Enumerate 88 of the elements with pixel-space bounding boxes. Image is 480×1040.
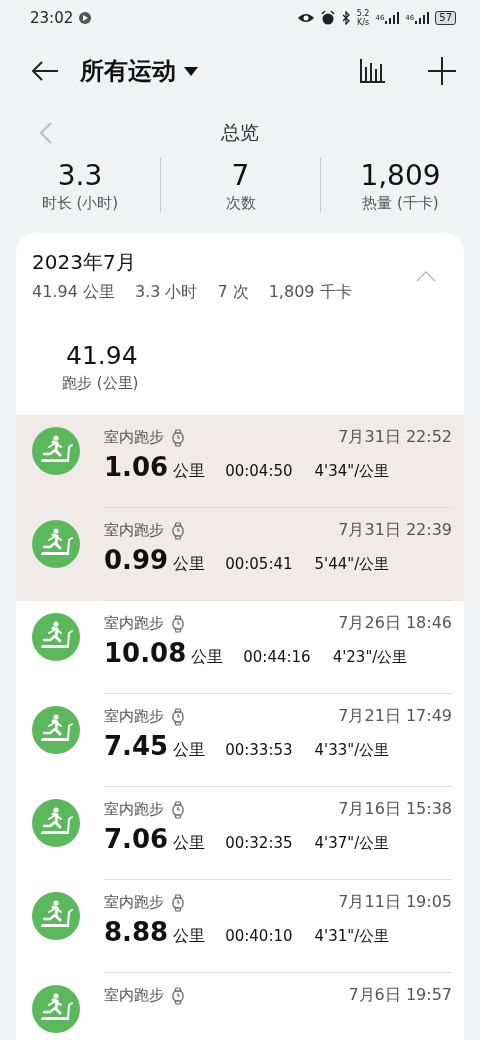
record-type: 室内跑步 — [104, 428, 164, 447]
record-duration: 00:04:50 — [225, 462, 293, 480]
record-date: 7月11日 19:05 — [338, 892, 452, 913]
record-row[interactable]: 室内跑步 7月11日 19:05 8.88 公里 00:40:10 4'31"/公里 — [16, 880, 464, 973]
record-pace: 4'33"/公里 — [314, 741, 390, 760]
signal-icon — [415, 12, 430, 24]
record-duration: 00:33:53 — [225, 741, 293, 759]
stat-value: 1,809 — [360, 158, 441, 194]
treadmill-icon — [32, 613, 80, 661]
watch-icon — [172, 521, 184, 540]
month-summary-item: 7 次 — [217, 282, 249, 303]
total-label: 跑步 (公里) — [62, 374, 139, 393]
watch-icon — [172, 614, 184, 633]
status-time: 23:02 — [30, 9, 74, 27]
treadmill-icon — [32, 427, 80, 475]
speed-unit: K/s — [357, 18, 370, 27]
month-summary-item: 3.3 小时 — [134, 282, 198, 303]
bar-chart-icon[interactable] — [360, 59, 386, 83]
back-icon[interactable] — [30, 60, 60, 82]
watch-icon — [172, 428, 184, 447]
distance-unit: 公里 — [173, 740, 207, 761]
stat-value: 7 — [231, 158, 250, 194]
record-distance: 1.06 — [104, 452, 169, 482]
record-type: 室内跑步 — [104, 707, 164, 726]
treadmill-icon — [32, 985, 80, 1033]
stat-label: 次数 — [225, 194, 256, 213]
dropdown-icon[interactable] — [184, 66, 198, 76]
record-type: 室内跑步 — [104, 614, 164, 633]
record-pace: 4'37"/公里 — [314, 834, 390, 853]
record-duration: 00:05:41 — [225, 555, 293, 573]
watch-icon — [172, 893, 184, 912]
record-row[interactable]: 室内跑步 7月26日 18:46 10.08 公里 00:44:16 4'23"/公里 — [16, 601, 464, 694]
stat-label: 时长 (小时) — [41, 194, 119, 213]
record-type: 室内跑步 — [104, 986, 164, 1005]
alarm-icon — [320, 11, 335, 25]
month-summary-item: 1,809 千卡 — [268, 282, 352, 303]
distance-unit: 公里 — [173, 926, 207, 947]
record-date: 7月6日 19:57 — [348, 985, 452, 1006]
watch-icon — [172, 707, 184, 726]
record-distance: 0.99 — [104, 545, 169, 575]
distance-unit: 公里 — [173, 554, 207, 575]
treadmill-icon — [32, 706, 80, 754]
month-summary-item: 41.94 公里 — [32, 282, 115, 303]
record-pace: 4'23"/公里 — [332, 648, 408, 667]
record-date: 7月21日 17:49 — [338, 706, 452, 727]
record-duration: 00:40:10 — [225, 927, 293, 945]
record-row[interactable]: 室内跑步 7月6日 19:57 — [16, 973, 464, 1040]
distance-unit: 公里 — [173, 461, 207, 482]
record-row[interactable]: 室内跑步 7月31日 22:39 0.99 公里 00:05:41 5'44"/公里 — [16, 508, 464, 601]
record-type: 室内跑步 — [104, 800, 164, 819]
treadmill-icon — [32, 520, 80, 568]
record-duration: 00:32:35 — [225, 834, 293, 852]
watch-icon — [172, 986, 184, 1005]
record-duration: 00:44:16 — [243, 648, 311, 666]
record-date: 7月26日 18:46 — [338, 613, 452, 634]
total-distance: 41.94 — [66, 341, 138, 370]
treadmill-icon — [32, 892, 80, 940]
stat-label: 热量 (千卡) — [362, 194, 439, 213]
sport-filter-title[interactable]: 所有运动 — [80, 55, 176, 87]
record-distance: 7.45 — [104, 731, 169, 761]
overview-title: 总览 — [221, 121, 259, 143]
record-date: 7月16日 15:38 — [338, 799, 452, 820]
record-type: 室内跑步 — [104, 521, 164, 540]
treadmill-icon — [32, 799, 80, 847]
signal-icon — [385, 12, 400, 24]
record-pace: 5'44"/公里 — [314, 555, 390, 574]
distance-unit: 公里 — [191, 647, 225, 668]
watch-icon — [172, 800, 184, 819]
record-row[interactable]: 室内跑步 7月16日 15:38 7.06 公里 00:32:35 4'37"/公里 — [16, 787, 464, 880]
bluetooth-icon — [340, 11, 351, 25]
record-type: 室内跑步 — [104, 893, 164, 912]
eye-icon — [296, 12, 315, 24]
add-icon[interactable] — [428, 57, 456, 85]
month-title: 2023年7月 — [32, 249, 137, 276]
battery-level: 57 — [435, 11, 456, 25]
record-row[interactable]: 室内跑步 7月31日 22:52 1.06 公里 00:04:50 4'34"/公里 — [16, 415, 464, 508]
record-row[interactable]: 室内跑步 7月21日 17:49 7.45 公里 00:33:53 4'33"/公里 — [16, 694, 464, 787]
record-pace: 4'31"/公里 — [314, 927, 390, 946]
distance-unit: 公里 — [173, 833, 207, 854]
record-distance: 7.06 — [104, 824, 169, 854]
record-distance: 8.88 — [104, 917, 169, 947]
network-speed: 5.2 — [356, 9, 370, 18]
stat-value: 3.3 — [57, 158, 103, 194]
notification-icon — [79, 12, 92, 24]
record-date: 7月31日 22:39 — [338, 520, 452, 541]
record-date: 7月31日 22:52 — [338, 427, 452, 448]
record-distance: 10.08 — [104, 638, 187, 668]
record-pace: 4'34"/公里 — [314, 462, 390, 481]
